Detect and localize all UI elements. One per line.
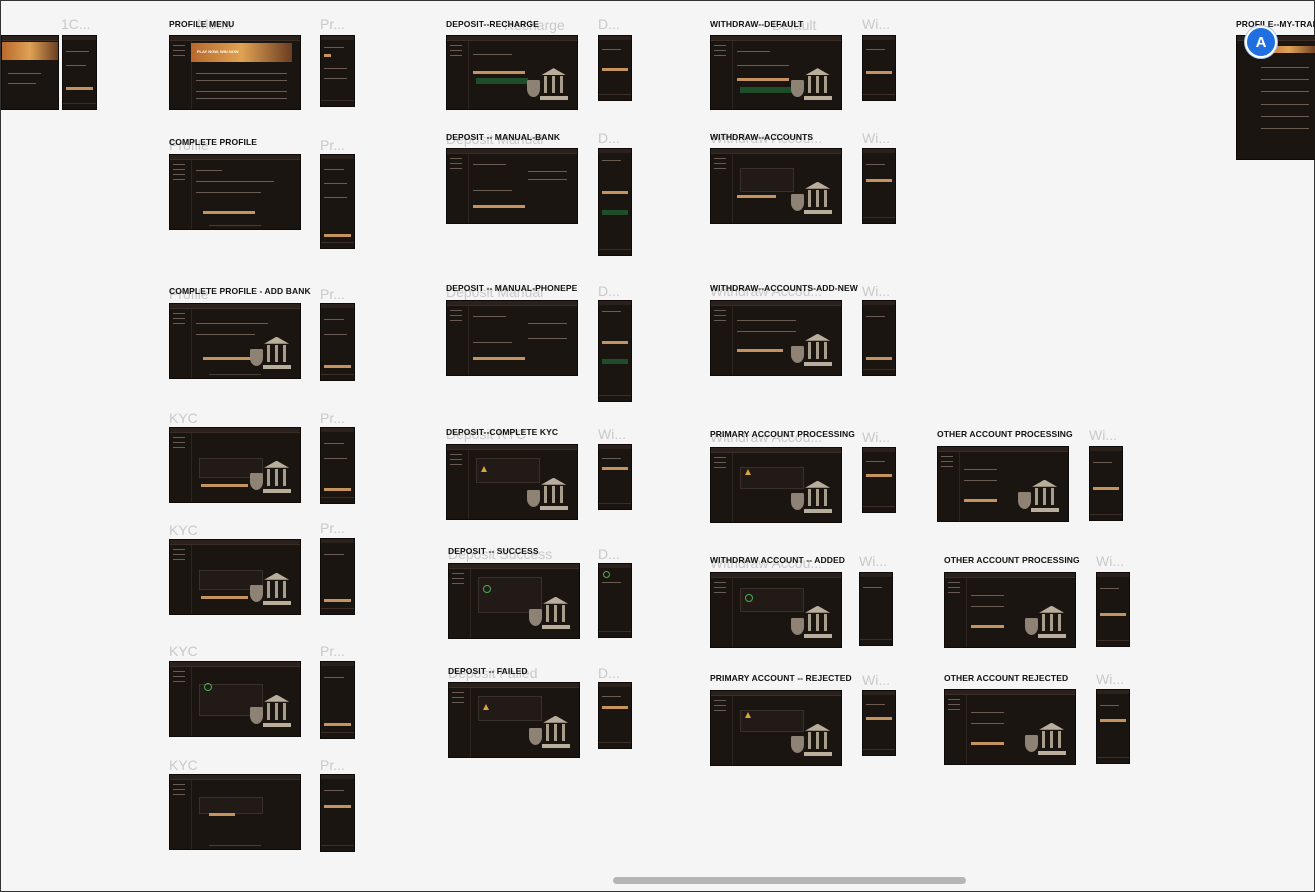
mobile-frame-thumbnail[interactable] (862, 690, 896, 756)
mobile-frame-thumbnail[interactable] (1096, 572, 1130, 647)
frame-title[interactable]: DEPOSIT -- SUCCESS (448, 546, 539, 556)
ghost-label: Wi... (862, 283, 890, 299)
frame-thumbnail[interactable] (1, 35, 59, 110)
mobile-frame-thumbnail[interactable] (598, 563, 632, 638)
frame-deposit-recharge[interactable] (446, 35, 578, 110)
ghost-label: D... (598, 130, 620, 146)
ghost-label: Wi... (1096, 671, 1124, 687)
mobile-frame-thumbnail[interactable] (862, 447, 896, 513)
ghost-label: Pr... (320, 137, 345, 153)
frame-kyc[interactable] (169, 427, 301, 503)
ghost-label: Wi... (859, 553, 887, 569)
collaborator-avatar[interactable]: A (1245, 26, 1277, 58)
frame-other-account-rejected[interactable] (944, 689, 1076, 765)
ghost-label: Pr... (320, 643, 345, 659)
ghost-label: KYC (169, 757, 198, 773)
mobile-frame-thumbnail[interactable] (598, 300, 632, 402)
ghost-label: Pr... (320, 286, 345, 302)
frame-deposit-failed[interactable] (448, 682, 580, 758)
frame-title[interactable]: PROFILE MENU (169, 19, 234, 29)
mobile-frame-thumbnail[interactable] (320, 303, 355, 381)
ghost-label: KYC (169, 643, 198, 659)
ghost-label: 1C... (61, 16, 91, 32)
frame-profile-my-trade[interactable] (1236, 35, 1315, 160)
ghost-label: Pr... (320, 410, 345, 426)
mobile-frame-thumbnail[interactable] (862, 300, 896, 376)
mobile-frame-thumbnail[interactable] (320, 35, 355, 107)
frame-title[interactable]: WITHDRAW ACCOUNT -- ADDED (710, 555, 845, 565)
mobile-frame-thumbnail[interactable] (598, 444, 632, 510)
frame-title[interactable]: OTHER ACCOUNT PROCESSING (937, 429, 1073, 439)
frame-withdraw-add-new[interactable] (710, 300, 842, 376)
ghost-label: Wi... (598, 426, 626, 442)
frame-primary-account-processing[interactable] (710, 447, 842, 523)
mobile-frame-thumbnail[interactable] (1089, 446, 1123, 521)
frame-title[interactable]: OTHER ACCOUNT PROCESSING (944, 555, 1080, 565)
ghost-label: Pr... (320, 520, 345, 536)
frame-profile-menu[interactable]: PLAY NOW, WIN NOW (169, 35, 301, 110)
frame-add-bank[interactable] (169, 303, 301, 379)
ghost-label: Wi... (1089, 427, 1117, 443)
frame-complete-profile[interactable] (169, 154, 301, 230)
frame-kyc[interactable] (169, 539, 301, 615)
mobile-frame-thumbnail[interactable] (320, 538, 355, 615)
ghost-label: Pr... (320, 757, 345, 773)
frame-withdraw-account-added[interactable] (710, 572, 842, 648)
frame-title[interactable]: DEPOSIT -- FAILED (448, 666, 528, 676)
frame-kyc[interactable] (169, 661, 301, 737)
mobile-frame-thumbnail[interactable] (862, 35, 896, 101)
mobile-frame-thumbnail[interactable] (862, 148, 896, 224)
ghost-label: Wi... (862, 429, 890, 445)
mobile-frame-thumbnail[interactable] (598, 682, 632, 749)
mobile-frame-thumbnail[interactable] (1096, 689, 1130, 764)
ghost-label: D... (598, 665, 620, 681)
frame-other-account-processing[interactable] (937, 446, 1069, 522)
ghost-label: Wi... (862, 672, 890, 688)
ghost-label: D... (598, 546, 620, 562)
frame-title[interactable]: PRIMARY ACCOUNT -- REJECTED (710, 673, 852, 683)
ghost-label: D... (598, 283, 620, 299)
mobile-frame-thumbnail[interactable] (62, 35, 97, 110)
mobile-frame-thumbnail[interactable] (859, 572, 893, 646)
frame-title[interactable]: COMPLETE PROFILE (169, 137, 257, 147)
ghost-label: D... (598, 16, 620, 32)
design-canvas[interactable]: 1C... Menu PROFILE MENU Pr... PLAY NOW, … (0, 0, 1315, 892)
frame-title[interactable]: DEPOSIT -- MANUAL-PHONEPE (446, 283, 577, 293)
banner-text: PLAY NOW, WIN NOW (196, 48, 239, 54)
ghost-label: Wi... (862, 130, 890, 146)
frame-deposit-manual-bank[interactable] (446, 148, 578, 224)
frame-withdraw-default[interactable] (710, 35, 842, 110)
frame-deposit-complete-kyc[interactable] (446, 444, 578, 520)
mobile-frame-thumbnail[interactable] (320, 154, 355, 249)
frame-withdraw-accounts[interactable] (710, 148, 842, 224)
mobile-frame-thumbnail[interactable] (320, 661, 355, 739)
frame-kyc[interactable] (169, 774, 301, 850)
frame-title[interactable]: WITHDRAW--ACCOUNTS-ADD-NEW (710, 283, 858, 293)
ghost-label: KYC (169, 522, 198, 538)
frame-deposit-success[interactable] (448, 563, 580, 639)
frame-title[interactable]: OTHER ACCOUNT REJECTED (944, 673, 1068, 683)
frame-title[interactable]: COMPLETE PROFILE - ADD BANK (169, 286, 311, 296)
ghost-label: Pr... (320, 16, 345, 32)
frame-primary-account-rejected[interactable] (710, 690, 842, 766)
frame-title[interactable]: DEPOSIT -- MANUAL-BANK (446, 132, 560, 142)
frame-title[interactable]: WITHDRAW--DEFAULT (710, 19, 803, 29)
frame-title[interactable]: WITHDRAW--ACCOUNTS (710, 132, 813, 142)
ghost-label: KYC (169, 410, 198, 426)
mobile-frame-thumbnail[interactable] (320, 427, 355, 504)
frame-other-account-processing[interactable] (944, 572, 1076, 648)
frame-deposit-manual-phonepe[interactable] (446, 300, 578, 376)
frame-title[interactable]: DEPOSIT--RECHARGE (446, 19, 539, 29)
mobile-frame-thumbnail[interactable] (320, 774, 355, 852)
mobile-frame-thumbnail[interactable] (598, 148, 632, 256)
frame-title[interactable]: DEPOSIT--COMPLETE KYC (446, 427, 558, 437)
frame-title[interactable]: PRIMARY ACCOUNT PROCESSING (710, 429, 855, 439)
horizontal-scrollbar[interactable] (613, 877, 966, 884)
frame-title[interactable]: PROFILE--MY-TRADE (1236, 19, 1315, 29)
ghost-label: Wi... (862, 16, 890, 32)
ghost-label: Wi... (1096, 553, 1124, 569)
mobile-frame-thumbnail[interactable] (598, 35, 632, 101)
